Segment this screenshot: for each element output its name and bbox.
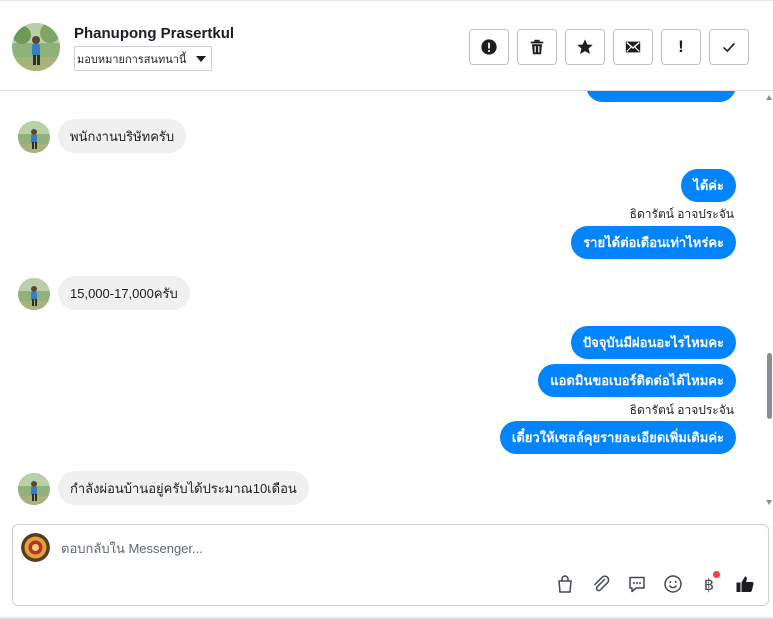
delete-button[interactable] [517, 29, 557, 65]
payment-icon[interactable]: ฿ [698, 571, 720, 595]
star-button[interactable] [565, 29, 605, 65]
emoji-icon[interactable] [662, 573, 684, 595]
message-bubble-incoming: 15,000-17,000ครับ [58, 276, 190, 310]
mark-unread-button[interactable] [613, 29, 653, 65]
scroll-down-arrow-icon[interactable] [766, 500, 772, 505]
messenger-conversation: Phanupong Prasertkul มอบหมายการสนทนานี้ … [0, 0, 773, 619]
checkmark-icon [723, 42, 735, 53]
message-bubble-outgoing [586, 91, 736, 102]
message-bubble-outgoing: ปัจจุบันมีผ่อนอะไรไหมคะ [570, 326, 736, 359]
shopping-bag-icon[interactable] [554, 573, 576, 595]
message-scrollbar[interactable] [763, 91, 773, 515]
report-spam-button[interactable] [469, 29, 509, 65]
chevron-down-icon [196, 56, 206, 62]
conversation-toolbar: ! [469, 29, 749, 65]
message-thread[interactable]: พนักงานบริษัทครับ ได้ค่ะ ธิดารัตน์ อาจปร… [0, 91, 773, 515]
conversation-header: Phanupong Prasertkul มอบหมายการสนทนานี้ … [0, 0, 773, 91]
contact-avatar-small[interactable] [18, 473, 50, 505]
reply-input[interactable] [61, 538, 561, 558]
page-avatar [21, 533, 50, 562]
assign-conversation-label: มอบหมายการสนทนานี้ [77, 53, 187, 66]
paperclip-icon[interactable] [590, 573, 612, 595]
star-icon [577, 39, 593, 55]
sender-name: ธิดารัตน์ อาจประจัน [629, 207, 734, 221]
message-bubble-outgoing: แอดมินขอเบอร์ติดต่อได้ไหมคะ [538, 364, 736, 397]
exclamation-icon: ! [678, 37, 684, 56]
message-bubble-incoming: กำลังผ่อนบ้านอยู่ครับได้ประมาณ10เดือน [58, 471, 309, 505]
reply-composer: ฿ [12, 524, 769, 606]
mark-done-button[interactable] [709, 29, 749, 65]
scroll-up-arrow-icon[interactable] [766, 95, 772, 100]
alert-circle-icon [481, 39, 497, 55]
message-bubble-outgoing: รายได้ต่อเดือนเท่าไหร่คะ [571, 226, 736, 259]
envelope-icon [625, 41, 641, 53]
contact-avatar[interactable] [12, 23, 60, 71]
contact-avatar-small[interactable] [18, 278, 50, 310]
like-icon[interactable] [734, 573, 756, 595]
scrollbar-thumb[interactable] [767, 353, 772, 419]
composer-tools: ฿ [554, 571, 756, 595]
assign-conversation-dropdown[interactable]: มอบหมายการสนทนานี้ [74, 46, 212, 71]
message-bubble-outgoing: ได้ค่ะ [681, 169, 736, 202]
follow-up-button[interactable]: ! [661, 29, 701, 65]
notification-dot [713, 571, 720, 578]
sender-name: ธิดารัตน์ อาจประจัน [629, 403, 734, 417]
baht-symbol: ฿ [703, 574, 715, 594]
contact-name[interactable]: Phanupong Prasertkul [74, 25, 234, 42]
message-bubble-outgoing: เดี๋ยวให้เซลล์คุยรายละเอียดเพิ่มเติมค่ะ [499, 421, 736, 454]
saved-replies-icon[interactable] [626, 573, 648, 595]
trash-icon [530, 39, 544, 55]
message-bubble-incoming: พนักงานบริษัทครับ [58, 119, 187, 153]
contact-avatar-small[interactable] [18, 121, 50, 153]
